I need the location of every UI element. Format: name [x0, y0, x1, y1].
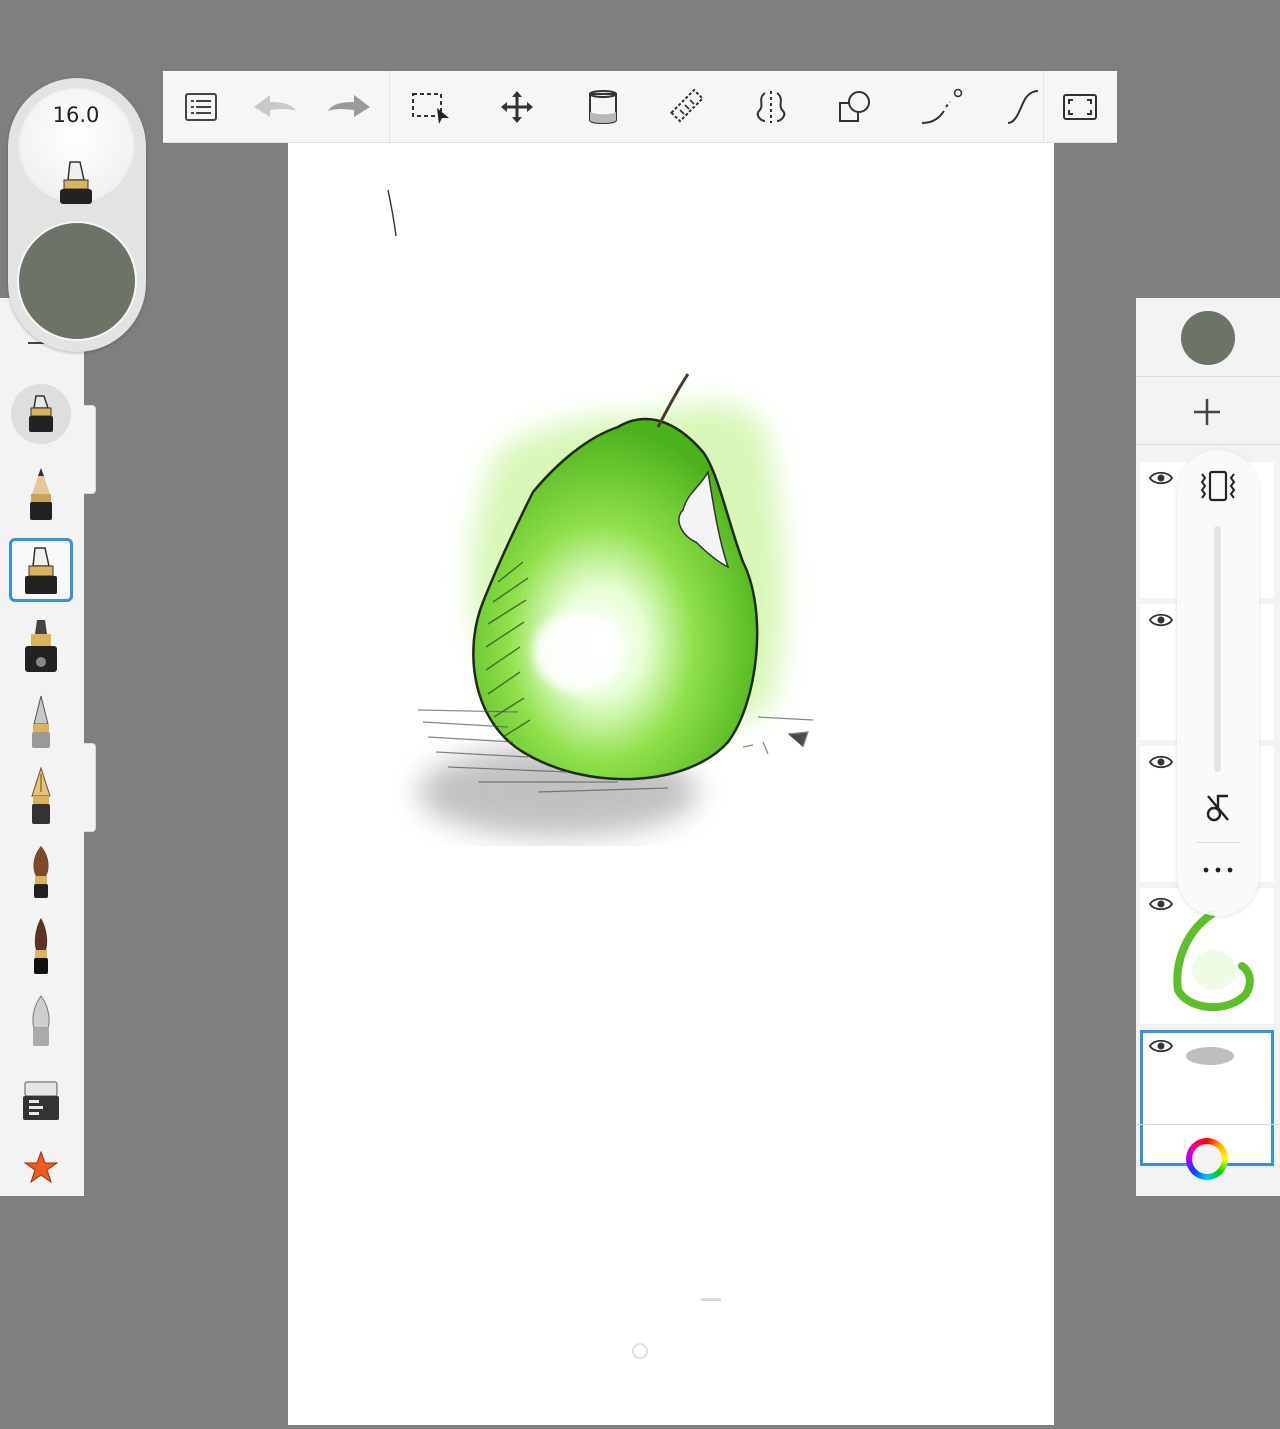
paint-brush-icon	[25, 620, 57, 672]
eye-icon[interactable]	[1149, 754, 1173, 770]
clear-layer-icon[interactable]	[1202, 792, 1234, 828]
layer-blend-icon[interactable]	[1200, 470, 1236, 506]
brush-library-rail	[0, 298, 96, 1196]
current-brush-icon	[56, 160, 96, 210]
layer-preview-pear	[1173, 910, 1254, 1011]
transform-move-icon[interactable]	[489, 71, 545, 142]
eye-icon[interactable]	[1149, 470, 1173, 486]
pear-sketch	[387, 189, 814, 1359]
fill-bucket-icon[interactable]	[575, 71, 631, 142]
current-color-swatch[interactable]	[1181, 311, 1235, 365]
marker-brush[interactable]	[9, 382, 73, 446]
pencil-icon	[30, 468, 52, 520]
predictive-stroke-icon[interactable]	[913, 71, 969, 142]
marker-icon	[25, 547, 57, 594]
star-icon	[24, 1151, 58, 1184]
paint-brush[interactable]	[9, 614, 73, 678]
brush-size-value: 16.0	[52, 103, 100, 127]
marker-brush-selected[interactable]	[9, 538, 73, 602]
more-options-icon[interactable]	[1202, 860, 1234, 879]
symmetry-icon[interactable]	[743, 71, 799, 142]
rail-tab-top[interactable]	[84, 405, 96, 494]
favorites-star[interactable]	[9, 1136, 73, 1200]
fountain-pen-icon	[31, 766, 51, 824]
smudge-icon	[32, 995, 50, 1046]
color-wheel-icon[interactable]	[1186, 1138, 1228, 1180]
layer-preview-shadow	[1186, 1047, 1234, 1065]
stroke-curve-icon[interactable]	[999, 71, 1047, 142]
eraser-icon	[23, 1081, 59, 1120]
eye-icon[interactable]	[1149, 612, 1173, 628]
round-brush-icon	[33, 846, 49, 898]
ink-brush-icon	[34, 918, 48, 974]
eye-icon[interactable]	[1149, 1038, 1173, 1054]
top-toolbar	[163, 71, 1117, 143]
menu-list-icon[interactable]	[173, 71, 229, 142]
opacity-slider-track[interactable]	[1214, 526, 1221, 772]
layer-opacity-popup	[1177, 450, 1259, 916]
drawing-canvas[interactable]	[288, 142, 1054, 1425]
selection-icon[interactable]	[403, 71, 459, 142]
marker-icon	[29, 395, 53, 432]
add-layer-icon[interactable]	[1192, 397, 1222, 431]
rail-tab-bottom[interactable]	[84, 743, 96, 832]
fullscreen-icon[interactable]	[1051, 71, 1109, 142]
fountain-pen[interactable]	[9, 764, 73, 828]
shapes-icon[interactable]	[827, 71, 883, 142]
redo-icon[interactable]	[317, 71, 381, 142]
airbrush-icon	[32, 695, 50, 748]
eraser[interactable]	[9, 1068, 73, 1132]
round-brush[interactable]	[9, 840, 73, 904]
ruler-icon[interactable]	[659, 71, 715, 142]
ink-brush[interactable]	[9, 914, 73, 978]
smudge-brush[interactable]	[9, 990, 73, 1054]
airbrush[interactable]	[9, 690, 73, 754]
pencil-brush[interactable]	[9, 462, 73, 526]
undo-icon[interactable]	[243, 71, 307, 142]
brush-color-swatch[interactable]	[19, 223, 135, 339]
